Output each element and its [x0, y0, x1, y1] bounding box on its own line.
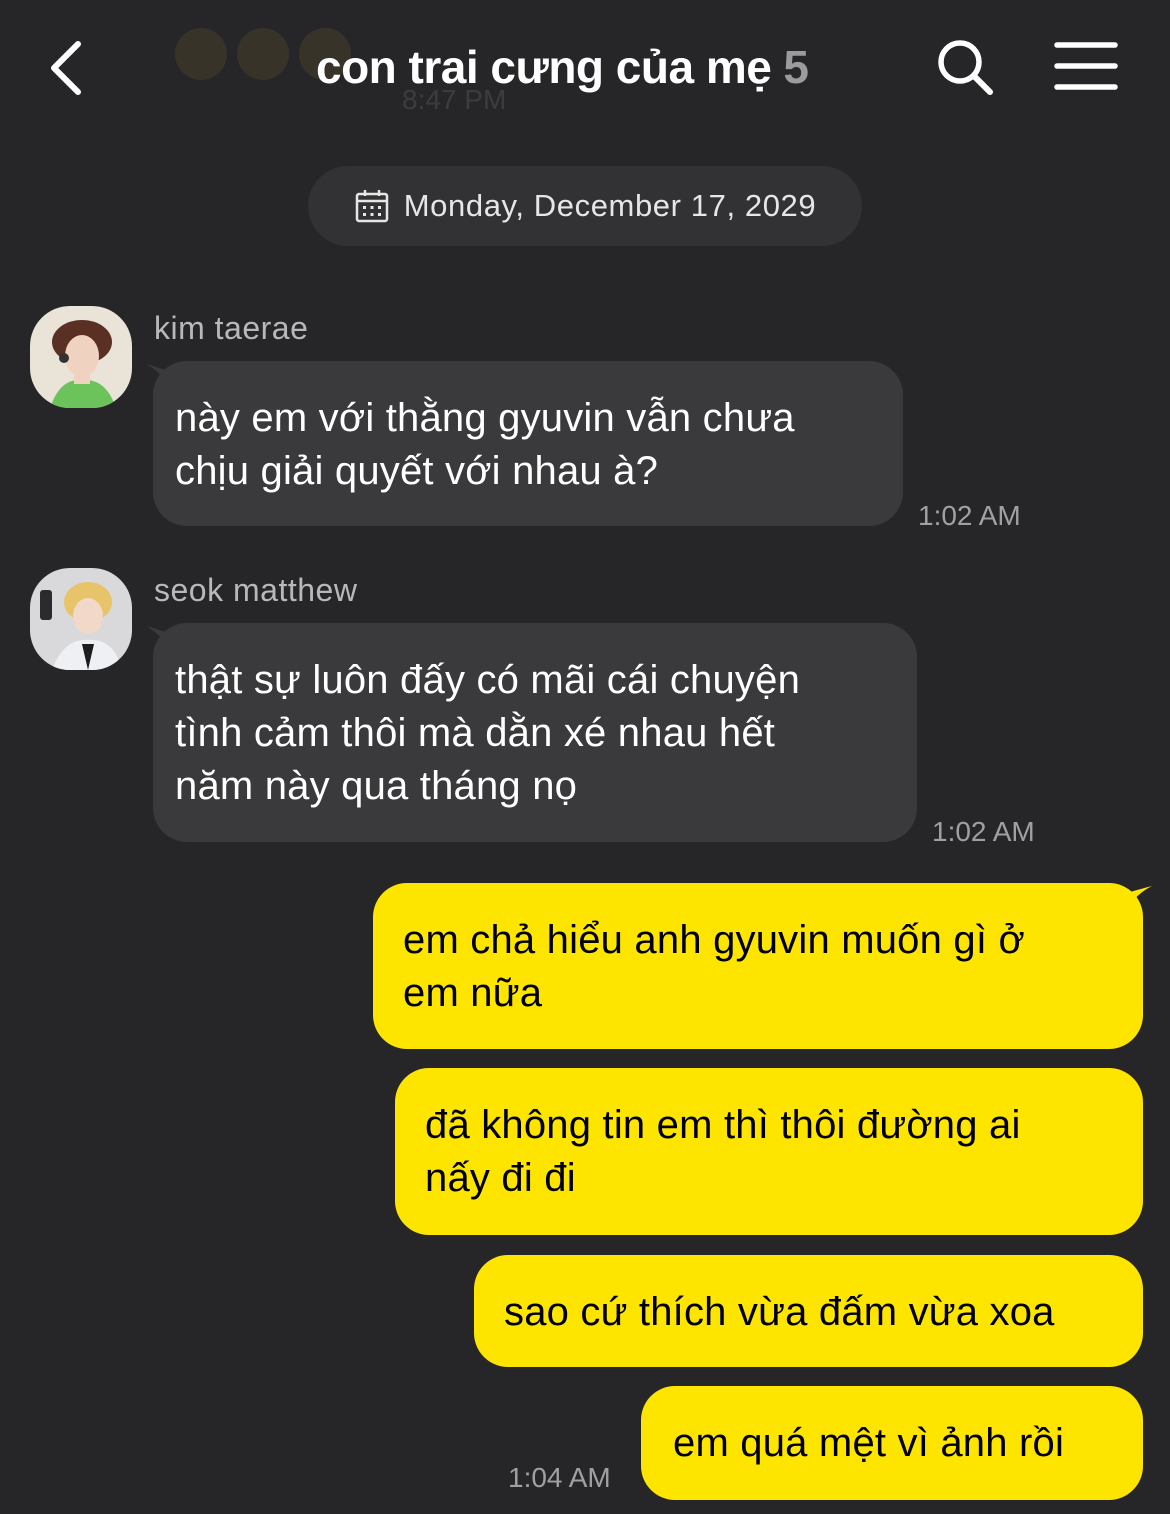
date-divider-label: Monday, December 17, 2029: [403, 188, 817, 223]
menu-icon[interactable]: [1054, 40, 1118, 92]
my-message-bubble[interactable]: em quá mệt vì ảnh rồi: [641, 1386, 1143, 1500]
message-time: 1:02 AM: [918, 500, 1021, 531]
back-chevron-icon[interactable]: [44, 38, 94, 98]
my-message-bubble[interactable]: đã không tin em thì thôi đường ai nấy đi…: [395, 1068, 1143, 1235]
chat-title-text: con trai cưng của mẹ: [316, 41, 772, 93]
message-bubble[interactable]: thật sự luôn đấy có mãi cái chuyện tình …: [153, 623, 917, 842]
message-bubble[interactable]: này em với thằng gyuvin vẫn chưa chịu gi…: [153, 361, 903, 526]
member-count: 5: [783, 41, 809, 93]
sender-name: kim taerae: [154, 310, 309, 346]
sender-name: seok matthew: [154, 572, 358, 608]
avatar[interactable]: [30, 568, 132, 670]
search-icon[interactable]: [934, 38, 996, 96]
date-divider: Monday, December 17, 2029: [308, 166, 862, 246]
message-time: 1:02 AM: [932, 816, 1035, 847]
chat-header: 8:47 PM con trai cưng của mẹ 5: [0, 0, 1170, 140]
my-message-bubble[interactable]: em chả hiểu anh gyuvin muốn gì ở em nữa: [373, 883, 1143, 1049]
my-message-bubble[interactable]: sao cứ thích vừa đấm vừa xoa: [474, 1255, 1143, 1367]
avatar[interactable]: [30, 306, 132, 408]
chat-title: con trai cưng của mẹ 5: [316, 40, 809, 94]
message-time: 1:04 AM: [508, 1462, 611, 1493]
calendar-icon: [355, 190, 388, 223]
